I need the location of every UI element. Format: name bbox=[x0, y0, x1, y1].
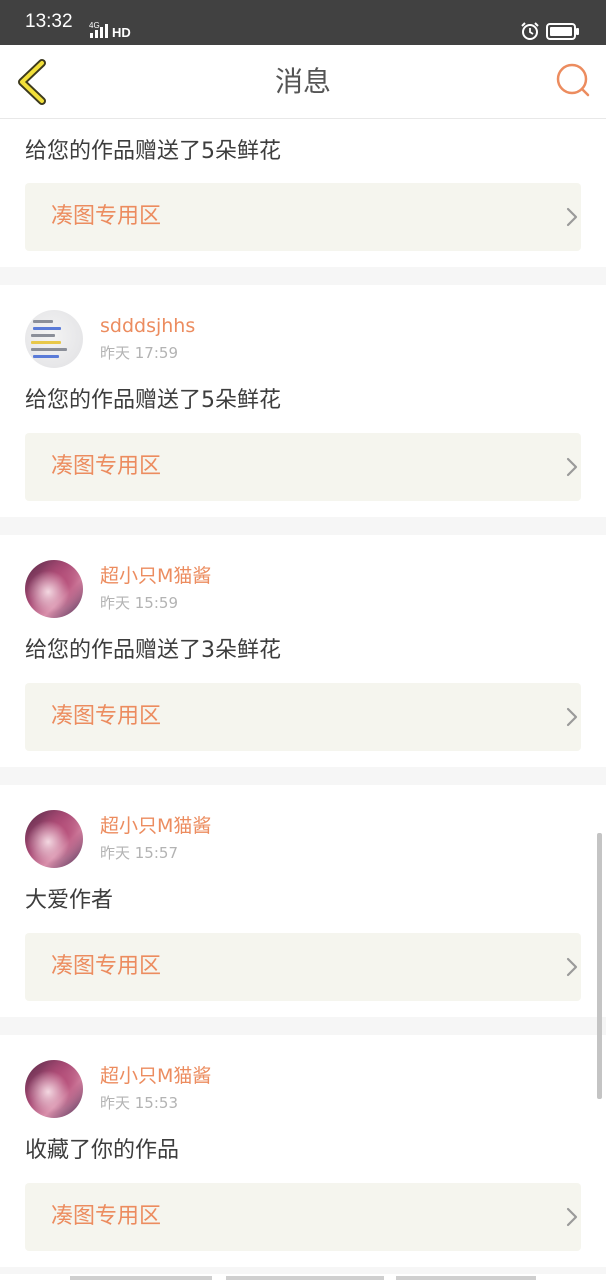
work-link[interactable]: 凑图专用区 bbox=[25, 683, 581, 751]
avatar[interactable] bbox=[25, 310, 83, 368]
message-card: sdddsjhhs 昨天 17:59 给您的作品赠送了5朵鲜花 凑图专用区 bbox=[0, 285, 606, 517]
nav-bar: 消息 bbox=[0, 45, 606, 119]
bottom-tab[interactable] bbox=[70, 1276, 212, 1280]
message-time: 昨天 15:57 bbox=[100, 844, 178, 862]
status-time: 13:32 bbox=[25, 11, 73, 32]
scrollbar[interactable] bbox=[597, 833, 602, 1099]
user-name[interactable]: 超小只M猫酱 bbox=[100, 563, 211, 589]
message-card: 超小只M猫酱 昨天 15:53 收藏了你的作品 凑图专用区 bbox=[0, 1035, 606, 1267]
chevron-right-icon bbox=[566, 457, 578, 477]
message-time: 昨天 15:59 bbox=[100, 594, 178, 612]
signal-icon: 4G HD bbox=[89, 21, 131, 40]
battery-icon bbox=[546, 23, 579, 40]
avatar[interactable] bbox=[25, 810, 83, 868]
work-link[interactable]: 凑图专用区 bbox=[25, 933, 581, 1001]
user-name[interactable]: 超小只M猫酱 bbox=[100, 1063, 211, 1089]
work-link[interactable]: 凑图专用区 bbox=[25, 1183, 581, 1251]
message-card: 超小只M猫酱 昨天 15:57 大爱作者 凑图专用区 bbox=[0, 785, 606, 1017]
bottom-tab[interactable] bbox=[396, 1276, 536, 1280]
alarm-icon bbox=[521, 22, 539, 40]
message-card: 给您的作品赠送了5朵鲜花 凑图专用区 bbox=[0, 119, 606, 267]
avatar[interactable] bbox=[25, 560, 83, 618]
work-link-label: 凑图专用区 bbox=[51, 1204, 162, 1229]
work-link[interactable]: 凑图专用区 bbox=[25, 183, 581, 251]
message-card: 超小只M猫酱 昨天 15:59 给您的作品赠送了3朵鲜花 凑图专用区 bbox=[0, 535, 606, 767]
user-name[interactable]: sdddsjhhs bbox=[100, 313, 195, 339]
work-link-label: 凑图专用区 bbox=[51, 204, 162, 229]
hd-label: HD bbox=[112, 25, 131, 40]
page-title: 消息 bbox=[274, 65, 331, 98]
message-text: 给您的作品赠送了5朵鲜花 bbox=[25, 139, 281, 164]
status-bar: 13:32 4G HD bbox=[0, 0, 606, 45]
chevron-right-icon bbox=[566, 707, 578, 727]
bottom-tab[interactable] bbox=[226, 1276, 384, 1280]
work-link[interactable]: 凑图专用区 bbox=[25, 433, 581, 501]
work-link-label: 凑图专用区 bbox=[51, 704, 162, 729]
message-text: 给您的作品赠送了3朵鲜花 bbox=[25, 638, 281, 663]
bottom-tab-strip bbox=[0, 1274, 606, 1280]
message-text: 给您的作品赠送了5朵鲜花 bbox=[25, 388, 281, 413]
user-name[interactable]: 超小只M猫酱 bbox=[100, 813, 211, 839]
message-text: 收藏了你的作品 bbox=[25, 1138, 180, 1163]
search-button[interactable] bbox=[553, 60, 593, 100]
work-link-label: 凑图专用区 bbox=[51, 954, 162, 979]
work-link-label: 凑图专用区 bbox=[51, 454, 162, 479]
avatar[interactable] bbox=[25, 1060, 83, 1118]
chevron-right-icon bbox=[566, 957, 578, 977]
message-text: 大爱作者 bbox=[25, 888, 114, 913]
chevron-right-icon bbox=[566, 207, 578, 227]
message-time: 昨天 17:59 bbox=[100, 344, 178, 362]
message-time: 昨天 15:53 bbox=[100, 1094, 178, 1112]
chevron-right-icon bbox=[566, 1207, 578, 1227]
network-type-label: 4G bbox=[89, 21, 100, 30]
